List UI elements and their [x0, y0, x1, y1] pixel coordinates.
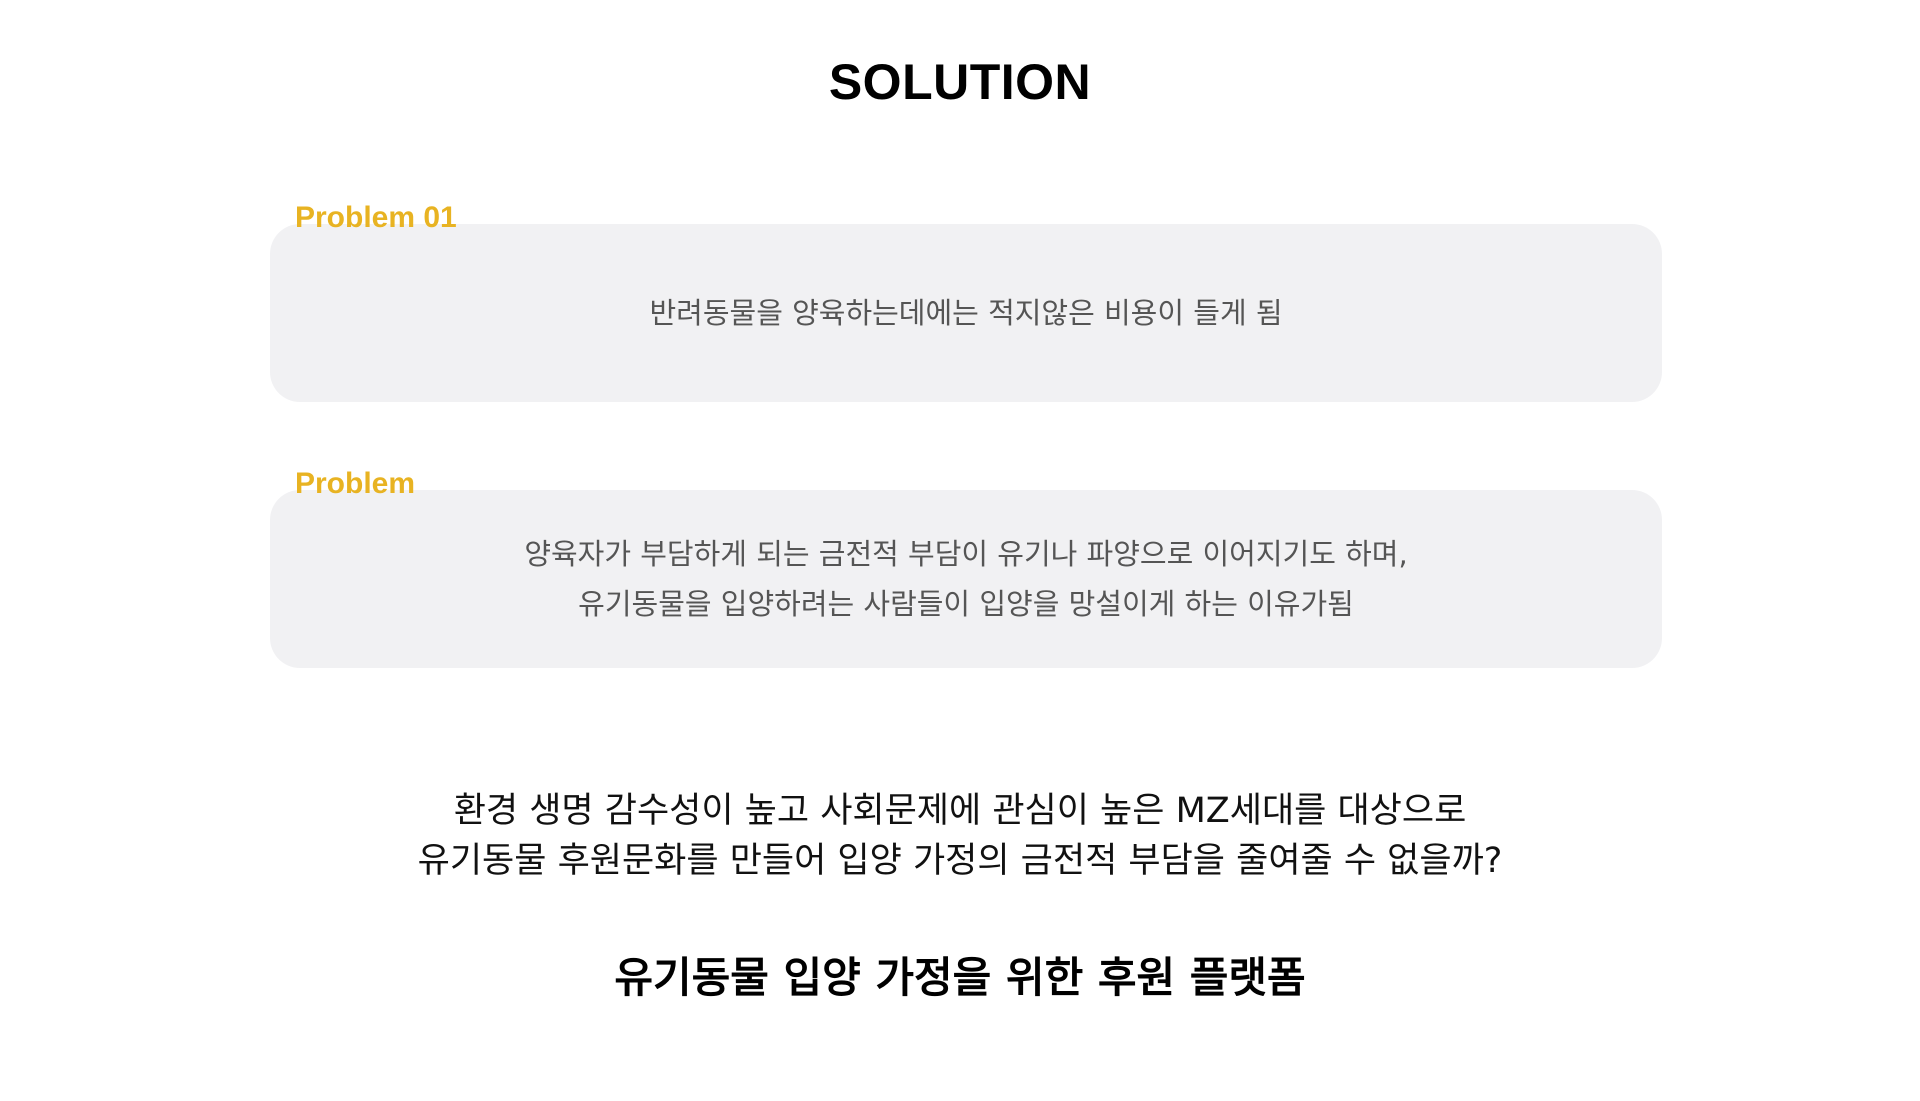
problem-label: Problem 01 — [295, 201, 457, 234]
solution-conclusion: 유기동물 입양 가정을 위한 후원 플랫폼 — [614, 953, 1306, 1002]
solution-question: 환경 생명 감수성이 높고 사회문제에 관심이 높은 MZ세대를 대상으로 유기… — [0, 786, 1920, 886]
problem-card: 반려동물을 양육하는데에는 적지않은 비용이 들게 됨 — [270, 224, 1662, 402]
problem-label: Problem — [295, 467, 416, 500]
problem-description-line: 유기동물을 입양하려는 사람들이 입양을 망설이게 하는 이유가됨 — [578, 587, 1354, 621]
question-line: 유기동물 후원문화를 만들어 입양 가정의 금전적 부담을 줄여줄 수 없을까? — [417, 841, 1503, 881]
problem-description-line: 양육자가 부담하게 되는 금전적 부담이 유기나 파양으로 이어지기도 하며, — [524, 537, 1408, 571]
problem-description: 반려동물을 양육하는데에는 적지않은 비용이 들게 됨 — [649, 296, 1283, 330]
page-title: SOLUTION — [828, 54, 1092, 110]
problem-card: 양육자가 부담하게 되는 금전적 부담이 유기나 파양으로 이어지기도 하며, … — [270, 490, 1662, 668]
question-line: 환경 생명 감수성이 높고 사회문제에 관심이 높은 MZ세대를 대상으로 — [453, 791, 1467, 831]
